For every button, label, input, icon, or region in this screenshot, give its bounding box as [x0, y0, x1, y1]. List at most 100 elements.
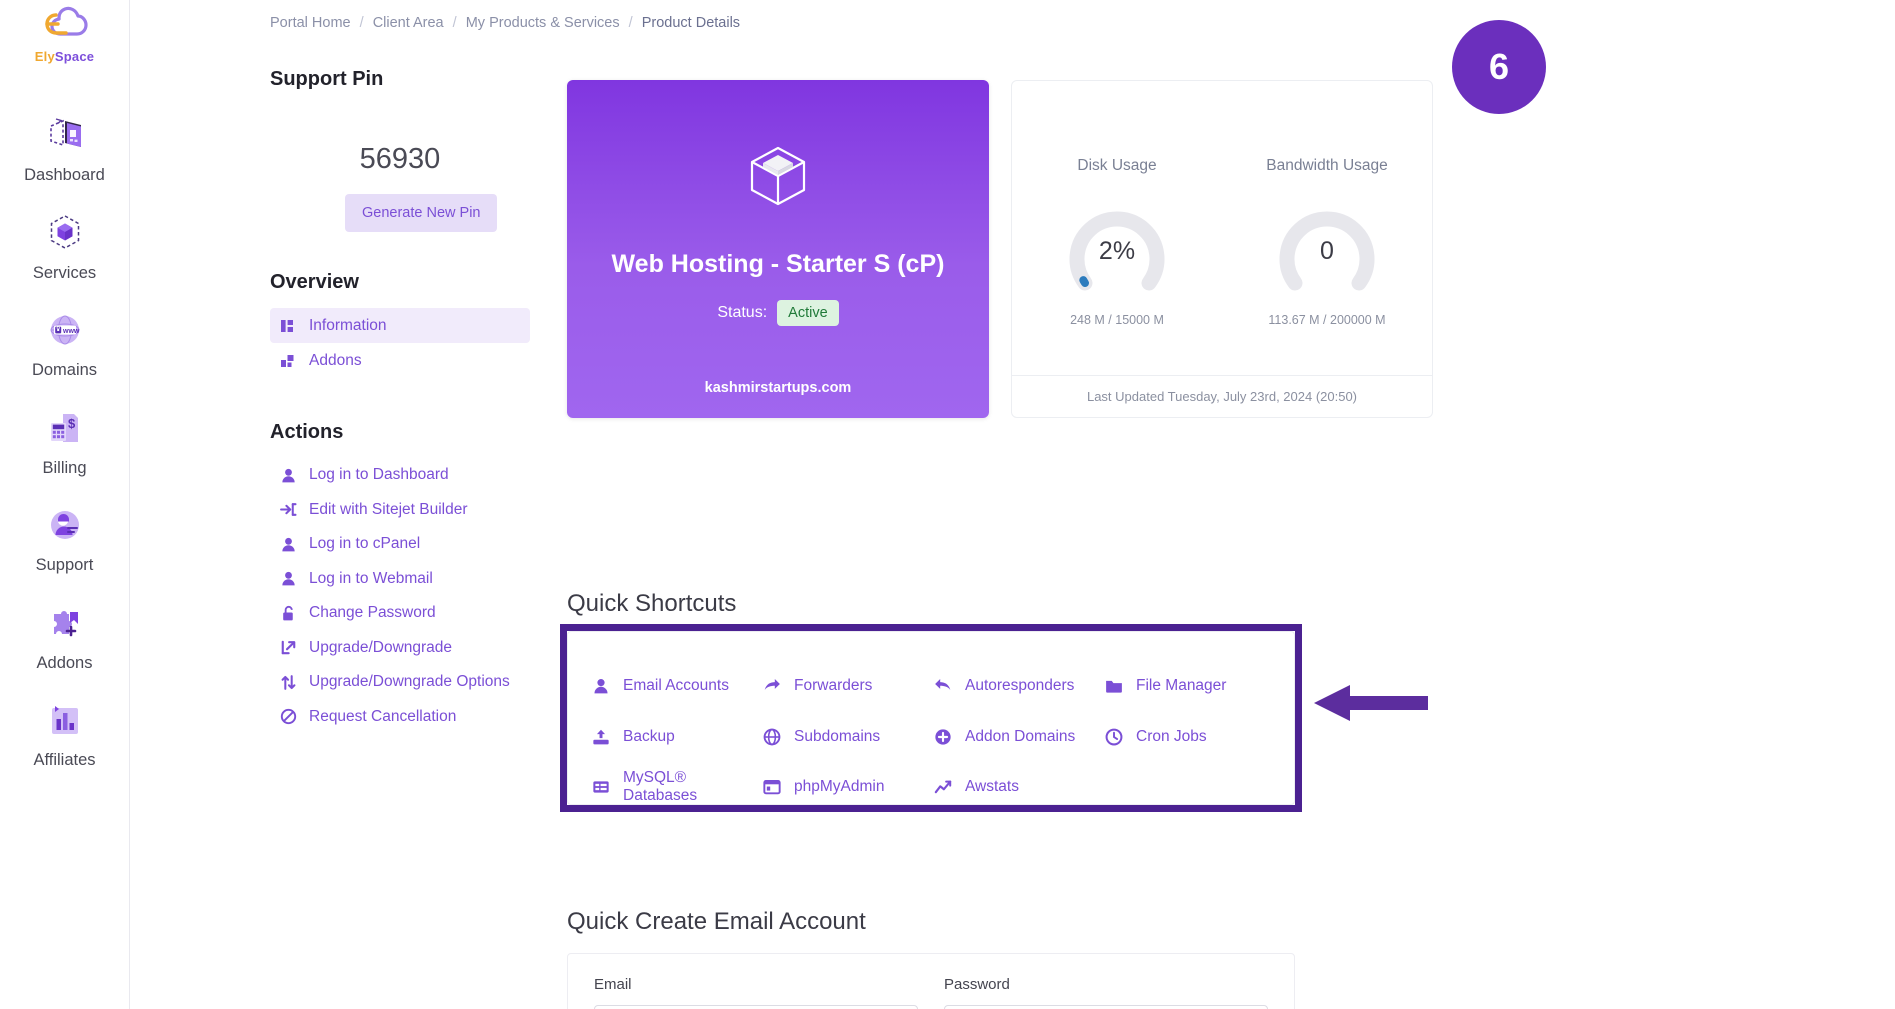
headset-person-icon — [50, 511, 79, 539]
shortcut-awstats[interactable]: Awstats — [934, 762, 1099, 813]
shortcut-subdomains[interactable]: Subdomains — [763, 712, 928, 763]
overview-title: Overview — [270, 271, 359, 293]
shortcut-label: phpMyAdmin — [794, 778, 885, 796]
brand-logo[interactable]: ElySpace — [22, 6, 108, 64]
no-entry-icon — [280, 709, 297, 725]
action-label: Upgrade/Downgrade — [309, 638, 453, 656]
sidebar-item-label: Billing — [42, 458, 87, 477]
bar-chart-icon — [51, 706, 78, 734]
shortcut-cron-jobs[interactable]: Cron Jobs — [1105, 712, 1270, 763]
sidebar-item-dashboard[interactable]: Dashboard — [0, 98, 130, 196]
breadcrumb-separator: / — [359, 15, 364, 31]
password-label: Password — [944, 976, 1010, 993]
arrow-reply-icon — [935, 679, 951, 691]
breadcrumb-client-area[interactable]: Client Area — [373, 15, 444, 31]
plus-circle-icon — [935, 729, 951, 745]
shortcut-forwarders[interactable]: Forwarders — [763, 661, 928, 712]
action-upgrade-downgrade[interactable]: Upgrade/Downgrade — [270, 631, 540, 666]
action-log-in-to-cpanel[interactable]: Log in to cPanel — [270, 527, 540, 562]
usage-last-updated: Last Updated Tuesday, July 23rd, 2024 (2… — [1012, 375, 1432, 417]
sidebar-item-support[interactable]: Support — [0, 488, 130, 586]
step-badge: 6 — [1452, 20, 1546, 114]
quick-create-email-panel: Email Password Create — [567, 953, 1295, 1009]
shortcut-label: Forwarders — [794, 677, 873, 695]
brand-text-space: Space — [54, 49, 95, 64]
gauge-sublabel: 113.67 M / 200000 M — [1268, 313, 1386, 327]
action-log-in-to-dashboard[interactable]: Log in to Dashboard — [270, 458, 540, 493]
action-label: Upgrade/Downgrade Options — [309, 673, 510, 691]
shortcut-file-manager[interactable]: File Manager — [1105, 661, 1270, 712]
sidebar-item-addons[interactable]: Addons — [0, 586, 130, 684]
breadcrumb-my-products-services[interactable]: My Products & Services — [466, 15, 620, 31]
overview-item-addons[interactable]: Addons — [270, 343, 530, 378]
email-field-group: Email — [594, 976, 918, 1009]
action-label: Log in to Webmail — [309, 569, 433, 587]
product-name: Web Hosting - Starter S (cP) — [611, 250, 945, 278]
generate-new-pin-button[interactable]: Generate New Pin — [345, 194, 498, 232]
shortcut-label: Awstats — [965, 778, 1019, 796]
breadcrumb: Portal Home / Client Area / My Products … — [270, 15, 740, 31]
user-icon — [282, 537, 295, 552]
user-icon — [282, 572, 295, 586]
clock-icon — [1105, 728, 1123, 746]
shortcut-autoresponders[interactable]: Autoresponders — [934, 661, 1099, 712]
shortcut-label: Backup — [623, 727, 675, 745]
shortcut-email-accounts[interactable]: Email Accounts — [592, 661, 757, 712]
gauge-title: Bandwidth Usage — [1266, 157, 1388, 174]
sidebar-item-billing[interactable]: $ Billing — [0, 391, 130, 489]
shortcut-backup[interactable]: Backup — [592, 712, 757, 763]
usage-card: Disk Usage 2% 248 M / 15000 M Bandwidth … — [1011, 80, 1433, 418]
action-label: Log in to cPanel — [309, 535, 421, 553]
shortcut-label: Email Accounts — [623, 677, 729, 695]
gauge-arc: 2% — [1061, 195, 1173, 295]
breadcrumb-separator: / — [452, 15, 457, 31]
gauge-title: Disk Usage — [1077, 157, 1157, 174]
breadcrumb-separator: / — [628, 15, 633, 31]
left-arrow-annotation-icon — [1314, 685, 1428, 721]
disk-usage-gauge: Disk Usage 2% 248 M / 15000 M — [1012, 81, 1222, 327]
database-icon — [593, 781, 609, 793]
user-icon — [594, 679, 608, 694]
support-pin-title: Support Pin — [270, 68, 384, 90]
quick-shortcuts-panel: Email Accounts Forwarders Autoresponders… — [567, 631, 1295, 805]
svg-text:$: $ — [68, 416, 76, 431]
action-log-in-to-webmail[interactable]: Log in to Webmail — [270, 562, 540, 597]
product-status-row: Status: Active — [717, 300, 839, 326]
user-icon — [282, 468, 295, 483]
action-label: Edit with Sitejet Builder — [309, 500, 468, 518]
action-change-password[interactable]: Change Password — [270, 596, 540, 631]
action-label: Request Cancellation — [309, 707, 457, 725]
actions-title: Actions — [270, 421, 344, 443]
password-input[interactable] — [944, 1005, 1268, 1009]
shortcut-label: Addon Domains — [965, 727, 1076, 745]
external-link-icon — [281, 640, 296, 655]
product-summary-card: Web Hosting - Starter S (cP) Status: Act… — [567, 80, 989, 418]
shortcut-phpmyadmin[interactable]: phpMyAdmin — [763, 762, 928, 813]
chart-line-icon — [934, 780, 952, 794]
action-label: Change Password — [309, 604, 436, 622]
email-label: Email — [594, 976, 632, 993]
brand-text-ely: Ely — [34, 49, 55, 64]
layout-blocks-icon — [281, 354, 294, 367]
shortcut-addon-domains[interactable]: Addon Domains — [934, 712, 1099, 763]
action-upgrade-downgrade-options[interactable]: Upgrade/Downgrade Options — [270, 665, 540, 700]
shortcut-mysql-databases[interactable]: MySQL® Databases — [592, 762, 757, 813]
breadcrumb-product-details: Product Details — [641, 15, 741, 31]
usage-gauges: Disk Usage 2% 248 M / 15000 M Bandwidth … — [1012, 81, 1432, 327]
product-domain: kashmirstartups.com — [704, 380, 852, 396]
overview-item-information[interactable]: Information — [270, 308, 530, 343]
email-input[interactable] — [594, 1005, 918, 1009]
action-request-cancellation[interactable]: Request Cancellation — [270, 700, 540, 735]
sidebar-item-affiliates[interactable]: Affiliates — [0, 683, 130, 781]
gauge-value: 2% — [1098, 237, 1136, 265]
sidebar-item-domains[interactable]: www Domains — [0, 293, 130, 391]
overview-list: Information Addons — [270, 308, 540, 378]
brand-text: ElySpace — [22, 49, 108, 64]
main-content: Portal Home / Client Area / My Products … — [130, 0, 1895, 1009]
cube-outline-icon — [750, 146, 806, 206]
breadcrumb-portal-home[interactable]: Portal Home — [270, 15, 351, 31]
action-edit-with-sitejet-builder[interactable]: Edit with Sitejet Builder — [270, 493, 540, 528]
globe-lock-icon: www — [50, 315, 79, 345]
sidebar-item-services[interactable]: Services — [0, 196, 130, 294]
bandwidth-usage-gauge: Bandwidth Usage 0 113.67 M / 200000 M — [1222, 81, 1432, 327]
